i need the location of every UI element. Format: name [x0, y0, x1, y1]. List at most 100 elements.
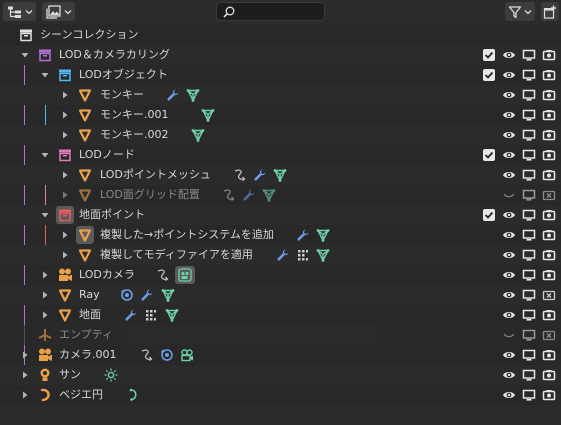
- modifier-wrench-icon[interactable]: [140, 288, 154, 302]
- visibility-eye-icon[interactable]: [502, 48, 516, 62]
- object-row-lod-point-mesh[interactable]: LODポイントメッシュ: [0, 165, 561, 185]
- mesh-data-icon[interactable]: [316, 228, 330, 242]
- object-row-ground[interactable]: 地面: [0, 305, 561, 325]
- visibility-eye-icon[interactable]: [502, 168, 516, 182]
- parent-hook-icon[interactable]: [156, 268, 170, 282]
- expand-arrow-icon[interactable]: [40, 210, 50, 220]
- viewport-monitor-icon[interactable]: [522, 308, 536, 322]
- constraint-icon[interactable]: [160, 348, 174, 362]
- collection-row-lod-objects[interactable]: LODオブジェクト: [0, 65, 561, 85]
- render-camera-icon[interactable]: [542, 348, 556, 362]
- grid-instances-icon[interactable]: [296, 248, 310, 262]
- object-row-monkey[interactable]: モンキー: [0, 85, 561, 105]
- modifier-wrench-icon[interactable]: [124, 308, 138, 322]
- mesh-data-icon[interactable]: [165, 308, 179, 322]
- collection-row-ground-points[interactable]: 地面ポイント: [0, 205, 561, 225]
- object-row-duplicate-add-point-system[interactable]: 複製した→ポイントシステムを追加: [0, 225, 561, 245]
- collection-row-lod-camera-culling[interactable]: LOD＆カメラカリング: [0, 45, 561, 65]
- parent-hook-icon[interactable]: [233, 168, 247, 182]
- viewport-monitor-icon[interactable]: [522, 188, 536, 202]
- camera-data-icon[interactable]: [180, 348, 194, 362]
- object-row-monkey-001[interactable]: モンキー.001: [0, 105, 561, 125]
- sun-light-data-icon[interactable]: [104, 368, 118, 382]
- mesh-data-icon[interactable]: [273, 168, 287, 182]
- viewport-monitor-icon[interactable]: [522, 228, 536, 242]
- expand-arrow-icon[interactable]: [40, 310, 50, 320]
- visibility-eye-icon[interactable]: [502, 248, 516, 262]
- viewport-monitor-icon[interactable]: [522, 88, 536, 102]
- render-camera-icon[interactable]: [542, 208, 556, 222]
- modifier-wrench-icon[interactable]: [276, 248, 290, 262]
- filter-view-dropdown[interactable]: [42, 2, 75, 21]
- object-row-duplicate-apply-modifier[interactable]: 複製してモディファイアを適用: [0, 245, 561, 265]
- visibility-eye-icon[interactable]: [502, 68, 516, 82]
- viewport-monitor-icon[interactable]: [522, 108, 536, 122]
- collection-row-lod-nodes[interactable]: LODノード: [0, 145, 561, 165]
- constraint-icon[interactable]: [120, 288, 134, 302]
- expand-arrow-icon[interactable]: [60, 170, 70, 180]
- hidden-eye-icon[interactable]: [502, 188, 516, 202]
- viewport-monitor-icon[interactable]: [522, 328, 536, 342]
- object-row-lod-camera[interactable]: LODカメラ: [0, 265, 561, 285]
- object-row-camera-001[interactable]: カメラ.001: [0, 345, 561, 365]
- visibility-eye-icon[interactable]: [502, 228, 516, 242]
- visibility-eye-icon[interactable]: [502, 268, 516, 282]
- mesh-data-icon[interactable]: [186, 88, 200, 102]
- render-camera-icon[interactable]: [542, 168, 556, 182]
- expand-arrow-icon[interactable]: [40, 290, 50, 300]
- render-camera-icon[interactable]: [542, 48, 556, 62]
- visibility-eye-icon[interactable]: [502, 108, 516, 122]
- visibility-eye-icon[interactable]: [502, 348, 516, 362]
- expand-arrow-icon[interactable]: [60, 250, 70, 260]
- render-camera-icon[interactable]: [542, 388, 556, 402]
- modifier-wrench-icon[interactable]: [253, 168, 267, 182]
- viewport-monitor-icon[interactable]: [522, 268, 536, 282]
- render-camera-icon[interactable]: [542, 88, 556, 102]
- exclude-checkbox[interactable]: [482, 208, 496, 222]
- viewport-monitor-icon[interactable]: [522, 388, 536, 402]
- mesh-data-icon[interactable]: [201, 108, 215, 122]
- mesh-data-icon[interactable]: [161, 288, 175, 302]
- visibility-eye-icon[interactable]: [502, 208, 516, 222]
- expand-arrow-icon[interactable]: [40, 70, 50, 80]
- object-row-monkey-002[interactable]: モンキー.002: [0, 125, 561, 145]
- render-camera-icon[interactable]: [542, 248, 556, 262]
- expand-arrow-icon[interactable]: [60, 130, 70, 140]
- render-camera-icon[interactable]: [542, 308, 556, 322]
- curve-data-icon[interactable]: [126, 388, 140, 402]
- render-camera-icon[interactable]: [542, 128, 556, 142]
- render-camera-icon[interactable]: [542, 108, 556, 122]
- expand-arrow-icon[interactable]: [60, 230, 70, 240]
- expand-arrow-icon[interactable]: [20, 350, 30, 360]
- viewport-monitor-icon[interactable]: [522, 248, 536, 262]
- expand-arrow-icon[interactable]: [20, 390, 30, 400]
- search-field[interactable]: [216, 2, 325, 21]
- filter-dropdown[interactable]: [505, 2, 535, 21]
- object-row-empty[interactable]: エンプティ: [0, 325, 561, 345]
- expand-arrow-icon[interactable]: [20, 50, 30, 60]
- viewport-monitor-icon[interactable]: [522, 348, 536, 362]
- viewport-monitor-icon[interactable]: [522, 368, 536, 382]
- mesh-data-icon[interactable]: [316, 248, 330, 262]
- render-disabled-icon[interactable]: [542, 188, 556, 202]
- expand-arrow-icon[interactable]: [60, 90, 70, 100]
- viewport-monitor-icon[interactable]: [522, 288, 536, 302]
- object-row-bezier-circle[interactable]: ベジエ円: [0, 385, 561, 405]
- grid-instances-icon[interactable]: [144, 308, 158, 322]
- scene-collection-row[interactable]: シーンコレクション: [0, 25, 561, 45]
- hidden-eye-icon[interactable]: [502, 328, 516, 342]
- new-collection-button[interactable]: [541, 2, 559, 21]
- render-camera-icon[interactable]: [542, 148, 556, 162]
- viewport-monitor-icon[interactable]: [522, 128, 536, 142]
- visibility-eye-icon[interactable]: [502, 88, 516, 102]
- exclude-checkbox[interactable]: [482, 48, 496, 62]
- search-input[interactable]: [239, 5, 319, 18]
- parent-hook-icon[interactable]: [140, 348, 154, 362]
- visibility-eye-icon[interactable]: [502, 368, 516, 382]
- visibility-eye-icon[interactable]: [502, 128, 516, 142]
- expand-arrow-icon[interactable]: [20, 370, 30, 380]
- exclude-checkbox[interactable]: [482, 68, 496, 82]
- expand-arrow-icon[interactable]: [40, 270, 50, 280]
- render-camera-icon[interactable]: [542, 368, 556, 382]
- exclude-checkbox[interactable]: [482, 148, 496, 162]
